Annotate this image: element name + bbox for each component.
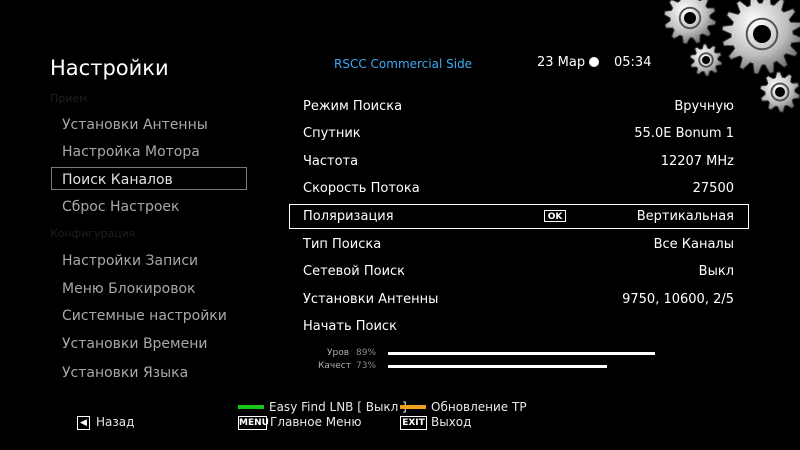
setting-label-symbol-rate[interactable]: Скорость Потока	[303, 181, 420, 196]
channel-name: RSCC Commercial Side	[334, 57, 473, 71]
start-search-button[interactable]: Начать Поиск	[303, 319, 397, 334]
setting-value-polarization[interactable]: Вертикальная	[637, 209, 734, 224]
setting-label-search-mode[interactable]: Режим Поиска	[303, 99, 402, 114]
sidebar-item-lock-menu[interactable]: Меню Блокировок	[62, 281, 195, 297]
setting-label-polarization[interactable]: Поляризация	[303, 209, 394, 224]
sidebar-item-channel-search[interactable]: Поиск Каналов	[62, 172, 173, 188]
sidebar-category-reception: Прием	[50, 92, 88, 105]
sidebar-item-time-settings[interactable]: Установки Времени	[62, 336, 207, 352]
sidebar-item-language-settings[interactable]: Установки Языка	[62, 365, 188, 381]
setting-label-search-type[interactable]: Тип Поиска	[303, 237, 381, 252]
sidebar-item-antenna-setup[interactable]: Установки Антенны	[62, 117, 208, 133]
date-label: 23 Мар	[537, 55, 586, 70]
setting-label-antenna-settings[interactable]: Установки Антенны	[303, 292, 438, 307]
ok-key-badge: OK	[544, 210, 566, 222]
green-key-swatch	[238, 405, 264, 409]
back-label[interactable]: Назад	[96, 415, 134, 429]
exit-key-badge: EXIT	[400, 416, 427, 430]
signal-quality-bar	[388, 365, 607, 368]
time-label: 05:34	[614, 55, 652, 70]
signal-level-label: Уров	[327, 348, 350, 358]
sidebar-item-motor-setup[interactable]: Настройка Мотора	[62, 144, 200, 160]
left-arrow-icon: ◀	[77, 416, 90, 430]
tp-update-label[interactable]: Обновление TP	[431, 400, 527, 414]
setting-value-search-type: Все Каналы	[653, 237, 734, 252]
sidebar-category-configuration: Конфигурация	[50, 227, 136, 240]
sidebar-item-system-settings[interactable]: Системные настройки	[62, 308, 227, 324]
setting-value-frequency: 12207 MHz	[660, 154, 734, 169]
setting-value-satellite: 55.0E Bonum 1	[634, 126, 734, 141]
page-title: Настройки	[50, 56, 169, 80]
setting-value-network-search: Выкл	[698, 264, 734, 279]
signal-quality-label: Качест	[318, 361, 351, 371]
menu-key-badge: MENU	[238, 416, 269, 430]
exit-label[interactable]: Выход	[431, 415, 471, 429]
signal-level-percent: 89%	[356, 348, 377, 358]
signal-level-bar	[388, 352, 655, 355]
easy-find-lnb-label[interactable]: Easy Find LNB [ Выкл ]	[269, 400, 407, 414]
setting-value-search-mode: Вручную	[674, 99, 734, 114]
setting-value-symbol-rate: 27500	[692, 181, 734, 196]
setting-label-network-search[interactable]: Сетевой Поиск	[303, 264, 405, 279]
setting-value-antenna-settings: 9750, 10600, 2/5	[622, 292, 734, 307]
sidebar-item-factory-reset[interactable]: Сброс Настроек	[62, 199, 180, 215]
clock-icon	[589, 57, 599, 67]
main-menu-label[interactable]: Главное Меню	[270, 415, 361, 429]
setting-label-frequency[interactable]: Частота	[303, 154, 358, 169]
setting-label-satellite[interactable]: Спутник	[303, 126, 361, 141]
yellow-key-swatch	[400, 405, 426, 409]
signal-quality-percent: 73%	[356, 361, 377, 371]
sidebar-item-record-settings[interactable]: Настройки Записи	[62, 253, 198, 269]
